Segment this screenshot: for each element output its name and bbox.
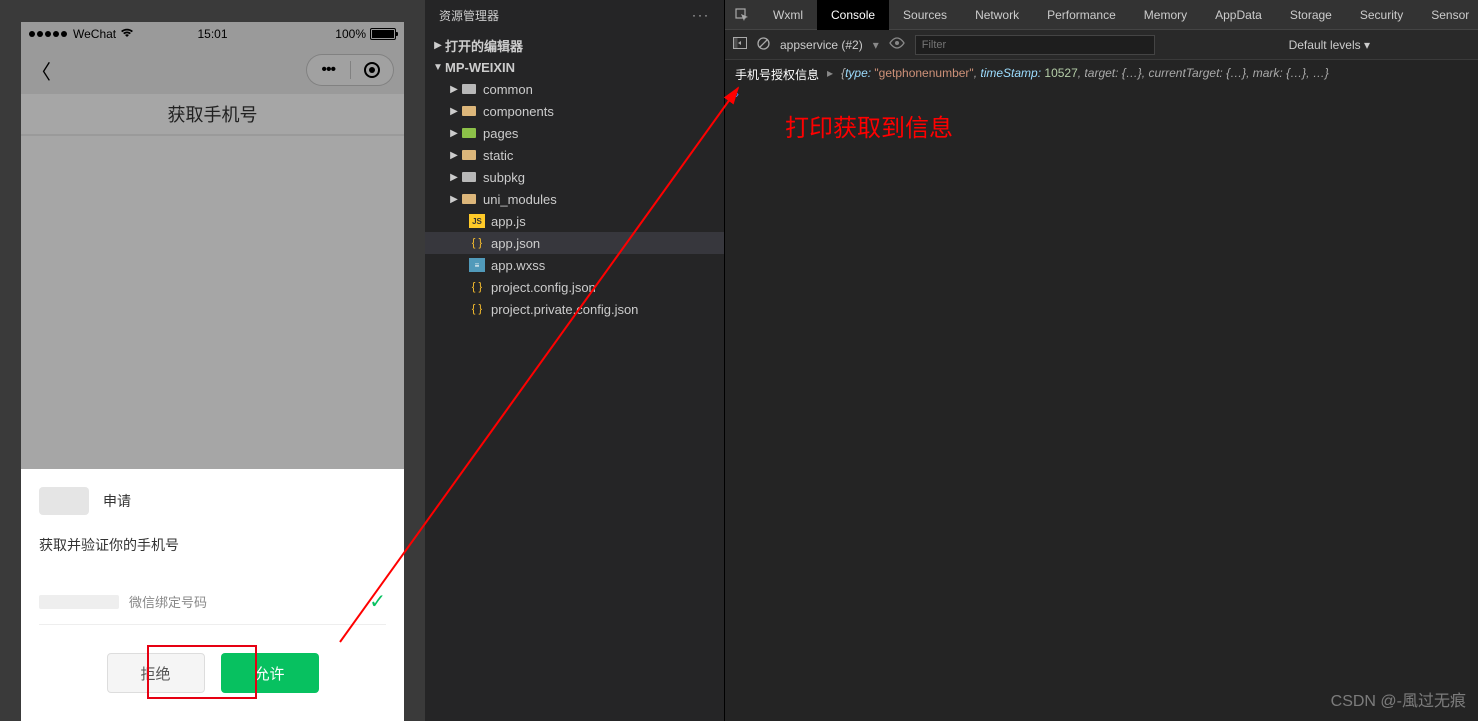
tree-item-label: components: [483, 104, 554, 119]
devtools-tab-appdata[interactable]: AppData: [1201, 0, 1276, 30]
capsule-button[interactable]: •••: [306, 54, 394, 86]
tree-item-label: project.private.config.json: [491, 302, 638, 317]
devtools-tab-storage[interactable]: Storage: [1276, 0, 1346, 30]
console-prompt[interactable]: ›: [735, 83, 1468, 105]
reject-button[interactable]: 拒绝: [107, 653, 205, 693]
scope-dropdown-icon[interactable]: ▾: [873, 38, 879, 52]
explorer-more-icon[interactable]: ···: [692, 8, 710, 22]
capsule-menu-icon[interactable]: •••: [307, 61, 350, 79]
tree-item-label: uni_modules: [483, 192, 557, 207]
log-object[interactable]: {type: "getphonenumber", timeStamp: 1052…: [841, 66, 1329, 80]
tree-item-label: subpkg: [483, 170, 525, 185]
auth-action-sheet: 申请 获取并验证你的手机号 微信绑定号码 ✓ 拒绝 允许: [21, 469, 404, 721]
phone-number-masked: [39, 595, 119, 609]
battery-pct: 100%: [335, 27, 366, 41]
tree-item-label: app.wxss: [491, 258, 545, 273]
tree-item-app-js[interactable]: JSapp.js: [425, 210, 724, 232]
phone-time: 15:01: [197, 27, 227, 41]
tree-item-label: app.json: [491, 236, 540, 251]
tree-item-app-json[interactable]: { }app.json: [425, 232, 724, 254]
devtools-tab-console[interactable]: Console: [817, 0, 889, 30]
open-editors-section[interactable]: ▶ 打开的编辑器: [425, 34, 724, 56]
explorer-panel: 资源管理器 ··· ▶ 打开的编辑器 ▼ MP-WEIXIN ▶common▶c…: [425, 0, 725, 721]
devtools-tab-performance[interactable]: Performance: [1033, 0, 1130, 30]
tree-item-uni_modules[interactable]: ▶uni_modules: [425, 188, 724, 210]
back-icon[interactable]: 〈: [31, 56, 51, 85]
expand-arrow-icon[interactable]: ▸: [827, 66, 833, 80]
tree-item-static[interactable]: ▶static: [425, 144, 724, 166]
project-root[interactable]: ▼ MP-WEIXIN: [425, 56, 724, 78]
console-body: 手机号授权信息 ▸ {type: "getphonenumber", timeS…: [725, 60, 1478, 111]
watermark: CSDN @-風过无痕: [1331, 687, 1466, 711]
clear-console-icon[interactable]: [757, 37, 770, 53]
app-logo-placeholder: [39, 487, 89, 515]
battery-icon: [370, 28, 396, 40]
levels-select[interactable]: Default levels ▾: [1289, 38, 1370, 52]
log-label: 手机号授权信息: [735, 66, 819, 83]
tree-item-label: pages: [483, 126, 518, 141]
tree-item-common[interactable]: ▶common: [425, 78, 724, 100]
devtools-tab-sensor[interactable]: Sensor: [1417, 0, 1478, 30]
phone-number-row[interactable]: 微信绑定号码 ✓: [39, 579, 386, 625]
devtools-tab-wxml[interactable]: Wxml: [759, 0, 817, 30]
wifi-icon: [120, 27, 134, 41]
annotation-text: 打印获取到信息: [785, 108, 953, 143]
page-title-bar: 获取手机号: [21, 94, 404, 134]
phone-status-bar: WeChat 15:01 100%: [21, 22, 404, 46]
devtools-tab-network[interactable]: Network: [961, 0, 1033, 30]
tree-item-subpkg[interactable]: ▶subpkg: [425, 166, 724, 188]
console-toolbar: appservice (#2) ▾ Default levels ▾: [725, 30, 1478, 60]
explorer-title: 资源管理器: [439, 7, 499, 24]
devtools-tab-memory[interactable]: Memory: [1130, 0, 1201, 30]
phone-nav-bar: 〈 •••: [21, 46, 404, 94]
request-label: 申请: [103, 491, 131, 511]
allow-button[interactable]: 允许: [221, 653, 319, 693]
simulator-panel: WeChat 15:01 100% 〈 ••• 获取手机号: [0, 0, 425, 721]
inspect-icon[interactable]: [725, 0, 759, 30]
capsule-close-icon[interactable]: [351, 62, 394, 78]
carrier-label: WeChat: [73, 27, 116, 41]
phone-frame: WeChat 15:01 100% 〈 ••• 获取手机号: [21, 22, 404, 721]
tree-item-label: app.js: [491, 214, 526, 229]
devtools-tab-sources[interactable]: Sources: [889, 0, 961, 30]
tree-item-label: project.config.json: [491, 280, 596, 295]
console-sidebar-icon[interactable]: [733, 37, 747, 52]
page-title: 获取手机号: [168, 101, 258, 127]
console-log-row[interactable]: 手机号授权信息 ▸ {type: "getphonenumber", timeS…: [735, 66, 1468, 83]
bound-label: 微信绑定号码: [129, 592, 369, 611]
tree-item-label: common: [483, 82, 533, 97]
tree-item-project-config-json[interactable]: { }project.config.json: [425, 276, 724, 298]
filter-input[interactable]: [915, 35, 1155, 55]
file-tree: ▶ 打开的编辑器 ▼ MP-WEIXIN ▶common▶components▶…: [425, 30, 724, 320]
scope-select[interactable]: appservice (#2): [780, 38, 863, 52]
tree-item-project-private-config-json[interactable]: { }project.private.config.json: [425, 298, 724, 320]
explorer-header: 资源管理器 ···: [425, 0, 724, 30]
devtools-tabs: WxmlConsoleSourcesNetworkPerformanceMemo…: [725, 0, 1478, 30]
check-icon: ✓: [369, 589, 386, 614]
tree-item-app-wxss[interactable]: ≡app.wxss: [425, 254, 724, 276]
sheet-desc: 获取并验证你的手机号: [39, 535, 386, 555]
eye-icon[interactable]: [889, 37, 905, 52]
signal-dots-icon: [29, 31, 67, 37]
tree-item-label: static: [483, 148, 513, 163]
tree-item-components[interactable]: ▶components: [425, 100, 724, 122]
tree-item-pages[interactable]: ▶pages: [425, 122, 724, 144]
devtools-tab-security[interactable]: Security: [1346, 0, 1417, 30]
battery-indicator: 100%: [335, 27, 396, 41]
